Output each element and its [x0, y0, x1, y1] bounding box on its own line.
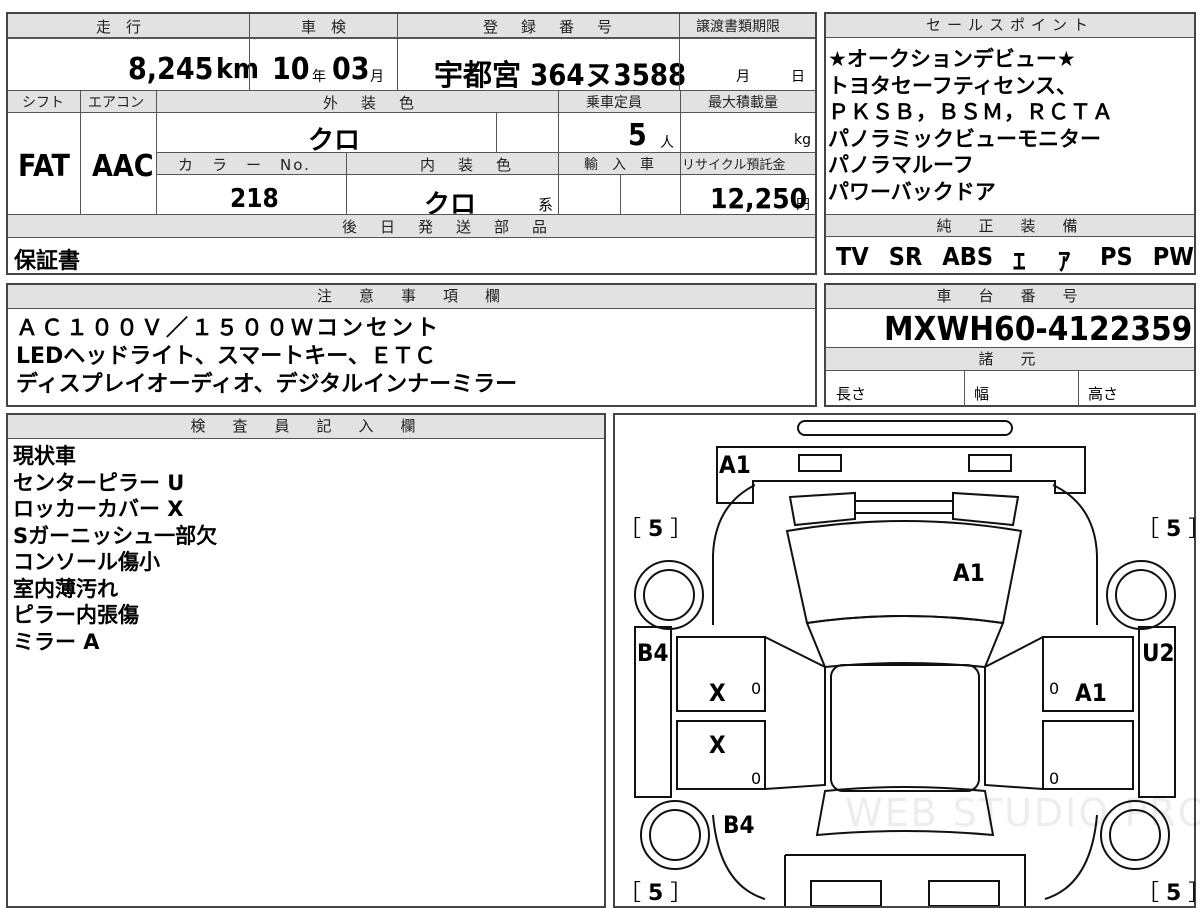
- panel-zero-mark: 0: [1049, 769, 1060, 788]
- max-load-header: 最大積載量: [708, 95, 778, 111]
- sales-line: パノラマルーフ: [828, 153, 974, 177]
- transfer-month: 月: [736, 69, 750, 85]
- sales-line: ★オークションデビュー★: [828, 47, 1076, 71]
- front-bumper-grade: A1: [719, 451, 751, 479]
- recycle-fee-unit: 円: [796, 197, 810, 213]
- sales-line: パノラミックビューモニター: [828, 126, 1101, 151]
- recycle-fee-value: 12,250: [710, 182, 808, 215]
- inspection-month-unit: 月: [370, 69, 384, 85]
- recycle-header: リサイクル預託金: [682, 158, 786, 173]
- sales-point-box: セールスポイント ★オークションデビュー★ トヨタセーフティセンス、 ＰＫＳＢ，…: [824, 12, 1196, 348]
- later-parts-header: 後 日 発 送 部 品: [342, 218, 552, 236]
- left-rear-fender-grade: B4: [723, 811, 755, 839]
- tire-rear-right-tread: ［ 5 ］: [1137, 881, 1200, 906]
- tire-front-right-tread: ［ 5 ］: [1137, 517, 1200, 542]
- notes-header: 注 意 事 項 欄: [8, 285, 815, 309]
- interior-color-suffix: 系: [538, 196, 554, 214]
- import-header: 輸 入 車: [584, 157, 654, 173]
- shift-value: FAT: [18, 149, 70, 184]
- inspection-month: 03: [332, 52, 370, 87]
- capacity-header: 乗車定員: [586, 95, 642, 111]
- car-damage-diagram: A1 A1 B4 U2 X X A1 B4 0 0 0 0 ［ 5 ］ ［ 5 …: [613, 413, 1200, 908]
- notes-line: ＡＣ１００Ｖ／１５００Ｗコンセント: [16, 316, 442, 341]
- aircon-header: エアコン: [88, 95, 144, 111]
- inspector-line: 室内薄汚れ: [13, 576, 118, 601]
- inspector-line: ロッカーカバー X: [13, 497, 184, 521]
- inspector-header: 検 査 員 記 入 欄: [8, 415, 604, 439]
- width-label: 幅: [974, 385, 990, 403]
- notes-line: ディスプレイオーディオ、デジタルインナーミラー: [16, 372, 518, 397]
- notes-box: 注 意 事 項 欄 ＡＣ１００Ｖ／１５００Ｗコンセント LEDヘッドライト、スマ…: [6, 283, 817, 407]
- shift-header: シフト: [22, 95, 64, 111]
- inspector-line: ミラー A: [13, 629, 100, 654]
- left-rear-door-grade: X: [709, 731, 726, 759]
- left-front-door-grade: X: [709, 679, 726, 707]
- sales-line: トヨタセーフティセンス、: [828, 73, 1078, 98]
- height-label: 高さ: [1088, 385, 1119, 403]
- sales-point-header: セールスポイント: [826, 14, 1194, 38]
- aircon-value: AAC: [92, 149, 154, 184]
- panel-zero-mark: 0: [1049, 679, 1060, 698]
- inspection-year: 10: [272, 52, 310, 87]
- left-front-fender-grade: B4: [637, 639, 669, 667]
- chassis-header: 車 台 番 号: [826, 285, 1194, 309]
- load-unit: kg: [794, 132, 811, 148]
- chassis-box: 車 台 番 号 MXWH60-4122359 諸 元 長さ 幅 高さ: [824, 283, 1196, 407]
- mileage-unit: km: [216, 52, 259, 85]
- exterior-color-header: 外 装 色: [323, 94, 419, 112]
- sales-line: ＰＫＳＢ，ＢＳＭ，ＲＣＴＡ: [828, 100, 1114, 124]
- vehicle-info-box: 走 行 車 検 登 録 番 号 譲渡書類期限 8,245 km 10 年 03 …: [6, 12, 817, 275]
- equipment-header: 純 正 装 備: [826, 214, 1194, 237]
- transfer-deadline-header: 譲渡書類期限: [696, 19, 780, 35]
- right-front-fender-grade: U2: [1142, 639, 1175, 667]
- mileage-header: 走 行: [96, 18, 142, 36]
- hood-grade: A1: [953, 559, 985, 587]
- length-label: 長さ: [836, 385, 867, 403]
- tire-rear-left-tread: ［ 5 ］: [619, 881, 693, 906]
- notes-line: LEDヘッドライト、スマートキー、ＥＴＣ: [16, 344, 436, 369]
- panel-zero-mark: 0: [751, 679, 762, 698]
- inspector-box: 検 査 員 記 入 欄 現状車 センターピラー U ロッカーカバー X Sガーニ…: [6, 413, 606, 908]
- inspector-line: 現状車: [13, 444, 76, 468]
- later-parts-value: 保証書: [14, 249, 81, 274]
- right-front-door-grade: A1: [1075, 679, 1107, 707]
- inspector-line: ピラー内張傷: [13, 603, 139, 627]
- panel-zero-mark: 0: [751, 769, 762, 788]
- capacity-unit: 人: [660, 135, 674, 151]
- inspector-line: コンソール傷小: [13, 550, 160, 574]
- chassis-number: MXWH60-4122359: [884, 309, 1193, 348]
- sales-line: パワーバックドア: [828, 179, 996, 204]
- interior-color-header: 内 装 色: [420, 156, 516, 174]
- color-no-value: 218: [230, 184, 279, 214]
- inspector-line: センターピラー U: [13, 470, 185, 495]
- registration-header: 登 録 番 号: [483, 18, 617, 36]
- inspection-header: 車 検: [301, 18, 347, 36]
- inspection-year-unit: 年: [312, 69, 326, 85]
- watermark: WEB STUDIO PRO: [845, 791, 1200, 835]
- tire-front-left-tread: ［ 5 ］: [619, 517, 693, 542]
- color-no-header: カ ラ ー No.: [178, 156, 311, 174]
- capacity-value: 5: [628, 118, 647, 153]
- inspector-line: Sガーニッシュ一部欠: [13, 523, 218, 548]
- transfer-day: 日: [791, 69, 805, 85]
- mileage-value: 8,245: [128, 52, 214, 87]
- registration-number: 宇都宮 364ヌ3588: [434, 58, 687, 92]
- spec-header: 諸 元: [826, 347, 1194, 371]
